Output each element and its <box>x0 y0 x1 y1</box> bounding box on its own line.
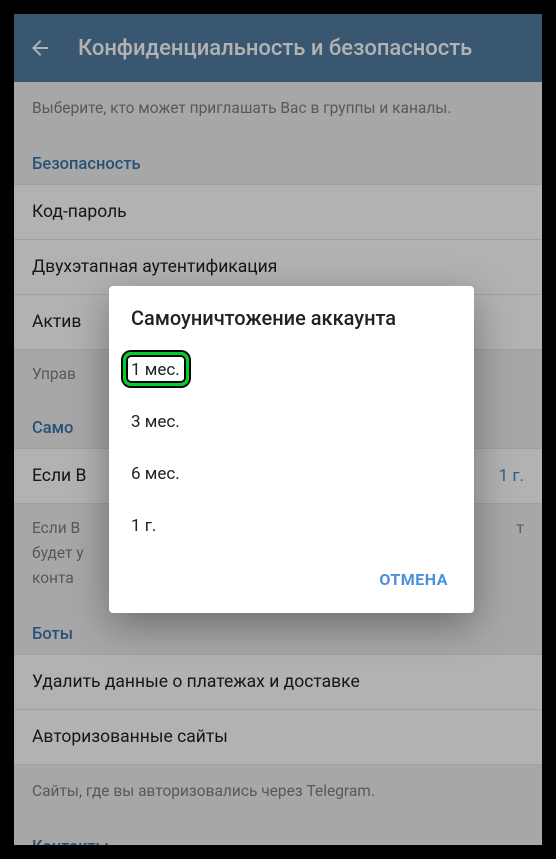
dialog-actions: ОТМЕНА <box>109 552 474 605</box>
self-destruct-dialog: Самоуничтожение аккаунта 1 мес. 3 мес. 6… <box>109 286 474 613</box>
dialog-option-3-months[interactable]: 3 мес. <box>109 396 474 448</box>
dialog-option-6-months[interactable]: 6 мес. <box>109 448 474 500</box>
dialog-option-label: 1 мес. <box>131 360 180 380</box>
dialog-option-label: 1 г. <box>131 516 156 536</box>
dialog-title: Самоуничтожение аккаунта <box>109 286 474 344</box>
dialog-option-label: 3 мес. <box>131 412 180 432</box>
app-frame: Конфиденциальность и безопасность Выбери… <box>14 14 542 845</box>
cancel-button[interactable]: ОТМЕНА <box>367 560 460 599</box>
dialog-option-1-year[interactable]: 1 г. <box>109 500 474 552</box>
dialog-option-1-month[interactable]: 1 мес. <box>109 344 474 396</box>
dialog-option-label: 6 мес. <box>131 464 180 484</box>
